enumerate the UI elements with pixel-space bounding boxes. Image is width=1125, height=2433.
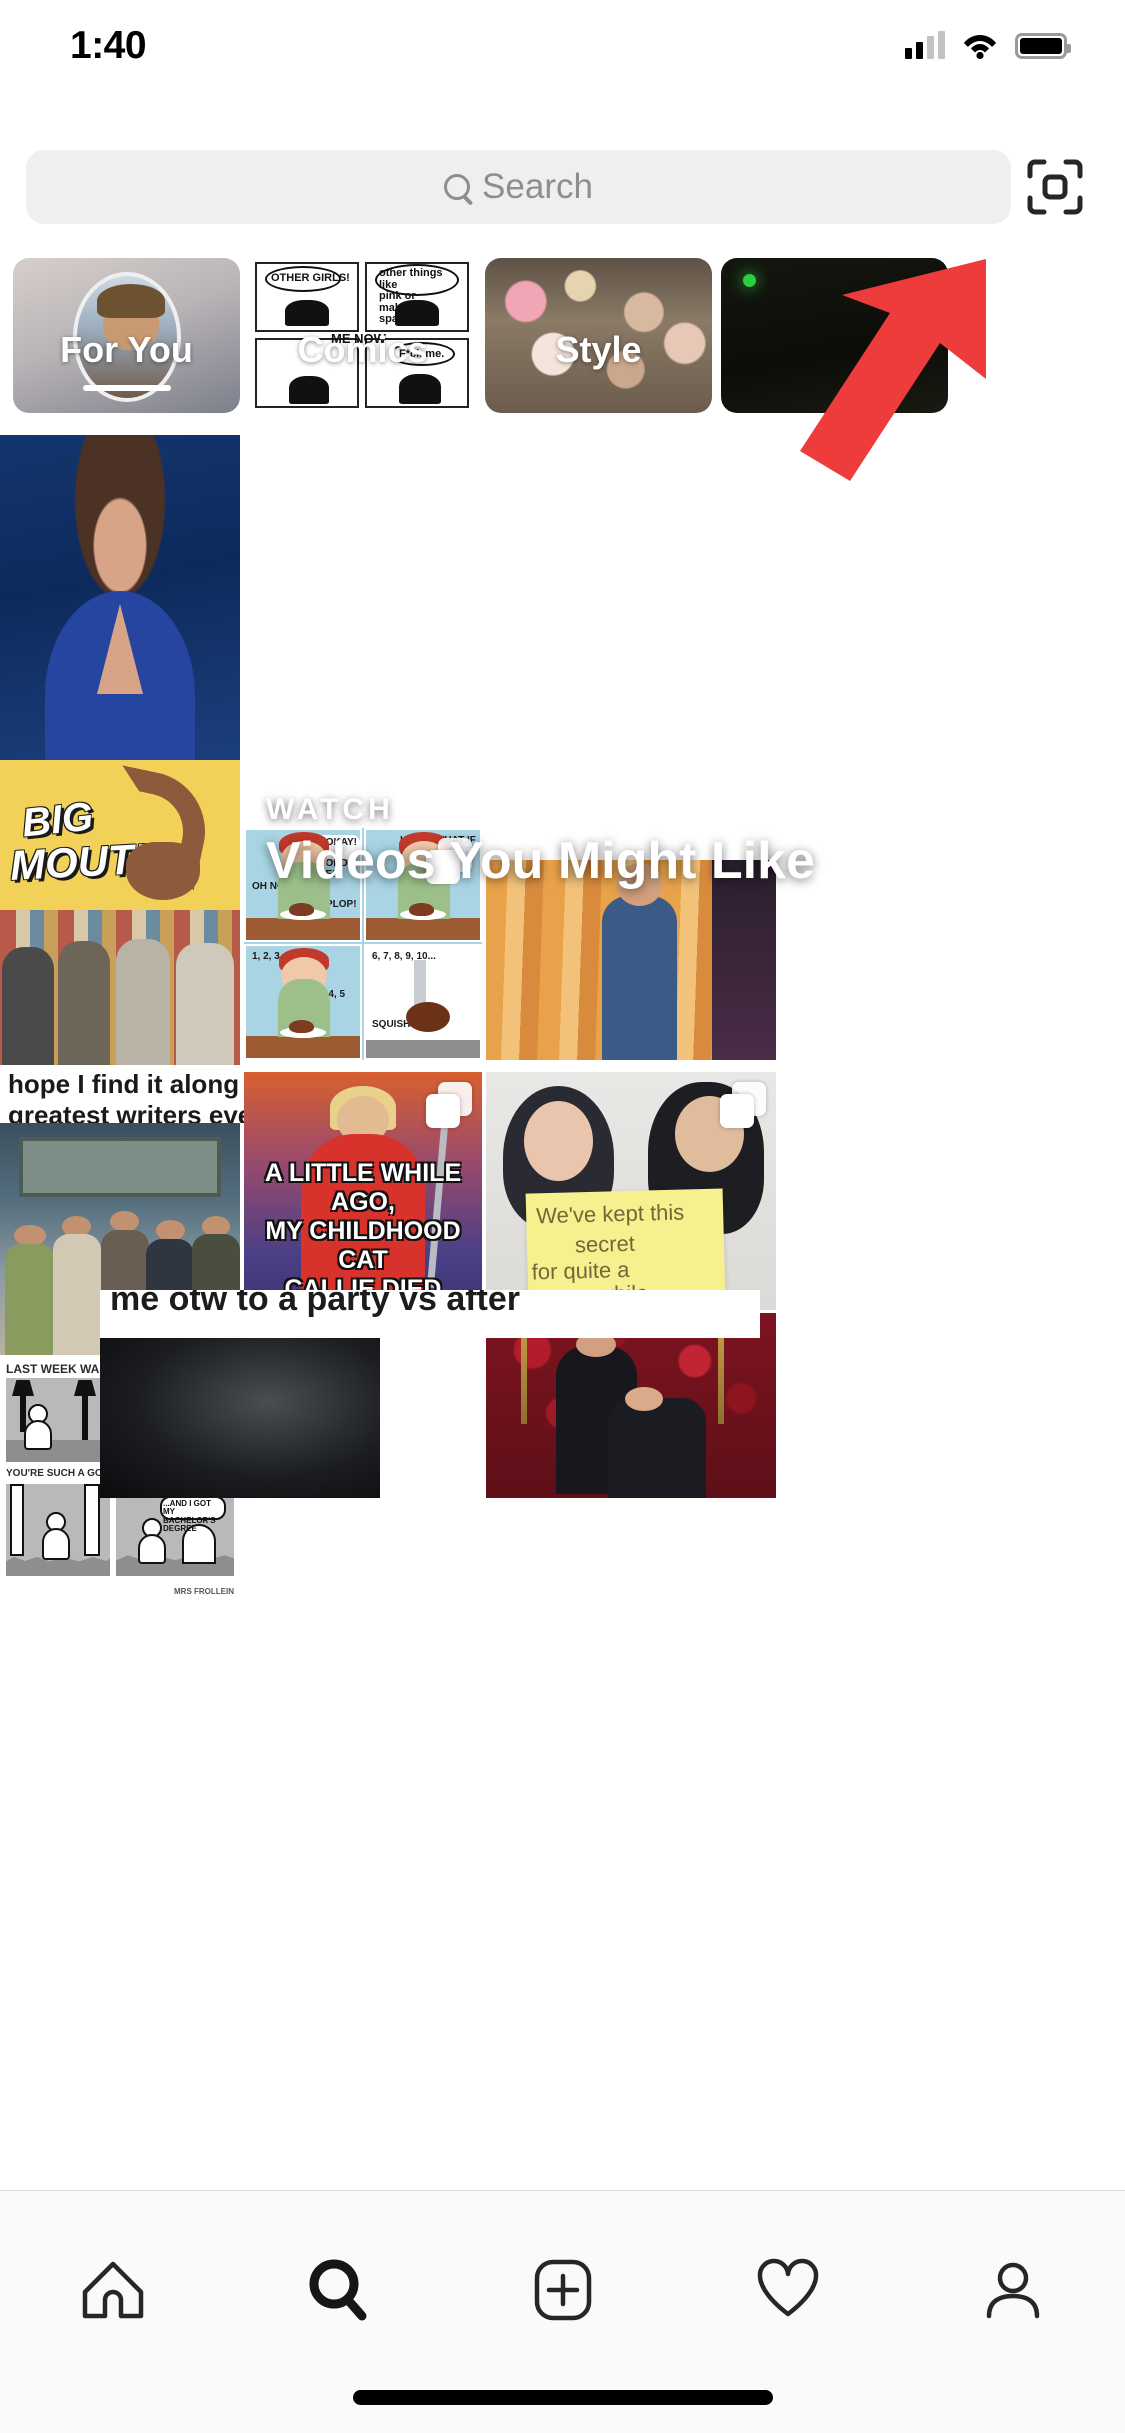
- dark-video-post[interactable]: [100, 1338, 380, 1498]
- wifi-icon: [964, 35, 996, 60]
- carousel-indicator-icon: [426, 838, 472, 884]
- tab-active-underline: [82, 385, 171, 391]
- tab-next[interactable]: [721, 258, 948, 413]
- carousel-indicator-icon: [720, 1082, 766, 1128]
- tab-for-you[interactable]: For You: [13, 258, 240, 413]
- bw-comic-bubble-text: ...AND I GOT MY BACHELOR'S DEGREE: [163, 1499, 216, 1534]
- tab-label-comics: Comics: [297, 329, 428, 370]
- home-icon: [82, 2261, 143, 2319]
- search-placeholder: Search: [482, 167, 593, 206]
- search-row: Search: [0, 148, 1125, 226]
- standup-caption-line2: MY CHILDHOOD CAT: [265, 1217, 461, 1274]
- comic-count-3: 6, 7, 8, 9, 10...: [372, 951, 436, 962]
- phone-screen: 1:40 Search For You OTHER GIRLS! other t…: [0, 0, 1125, 2433]
- nav-activity[interactable]: [708, 2245, 868, 2335]
- orange-room-portrait-post[interactable]: [486, 860, 776, 1060]
- tab-thumb-next: [721, 258, 948, 413]
- secret-sign-line1: We've kept this: [535, 1199, 685, 1229]
- secret-sign-line2: secret: [574, 1230, 635, 1258]
- comic-plop: PLOP!: [326, 899, 357, 910]
- senator-portrait-post[interactable]: [0, 435, 240, 760]
- tab-comics[interactable]: OTHER GIRLS! other things likepink or ma…: [249, 258, 476, 413]
- standup-comedy-post[interactable]: A LITTLE WHILE AGO, MY CHILDHOOD CAT CAL…: [244, 1072, 482, 1312]
- status-bar: 1:40: [0, 0, 1125, 92]
- big-mouth-numeral-base: [126, 842, 200, 900]
- home-indicator: [352, 2390, 773, 2405]
- heart-icon: [757, 2258, 818, 2317]
- battery-full-icon: [1015, 33, 1071, 59]
- nav-add-post[interactable]: [483, 2245, 643, 2335]
- caption-top-center-text: what did he show him: [340, 420, 694, 446]
- caption-party: me otw to a party vs after: [100, 1290, 760, 1338]
- tab-label-style: Style: [555, 329, 642, 370]
- nav-profile[interactable]: [933, 2245, 1093, 2335]
- search-icon: [444, 174, 471, 200]
- cellular-signal-icon: [905, 31, 945, 59]
- explore-feed-grid[interactable]: what did he show him BIG MOUTH hope I fi…: [0, 420, 1125, 2190]
- caption-party-text: me otw to a party vs after: [110, 1290, 521, 1318]
- group-photo-post-main[interactable]: [0, 910, 240, 1065]
- plus-square-icon: [534, 2259, 591, 2321]
- nametag-scan-icon[interactable]: [1011, 150, 1099, 224]
- status-time: 1:40: [70, 24, 147, 67]
- tab-style[interactable]: Style: [485, 258, 712, 413]
- roses-couple-post[interactable]: [486, 1313, 776, 1498]
- standup-caption-line1: A LITTLE WHILE AGO,: [264, 1159, 462, 1216]
- color-comic-post[interactable]: IT'S OKAY! FIVE SECOND RULE! OH NO! PLOP…: [244, 828, 482, 1060]
- carousel-indicator-icon: [426, 1082, 472, 1128]
- category-tabs[interactable]: For You OTHER GIRLS! other things like pi…: [0, 258, 1125, 415]
- nav-home[interactable]: [33, 2245, 193, 2335]
- nav-search[interactable]: [258, 2245, 418, 2335]
- search-icon: [309, 2259, 366, 2321]
- caption-top-center: what did he show him: [240, 420, 890, 458]
- search-input[interactable]: Search: [26, 150, 1011, 224]
- bw-comic-credit: MRS FROLLEIN: [174, 1587, 234, 1596]
- tab-label-for-you: For You: [60, 329, 193, 370]
- status-icons: [905, 31, 1071, 60]
- person-icon: [986, 2262, 1039, 2319]
- secret-sign-post[interactable]: We've kept this secret for quite a while…: [486, 1072, 776, 1310]
- big-mouth-poster-post[interactable]: BIG MOUTH: [0, 760, 240, 910]
